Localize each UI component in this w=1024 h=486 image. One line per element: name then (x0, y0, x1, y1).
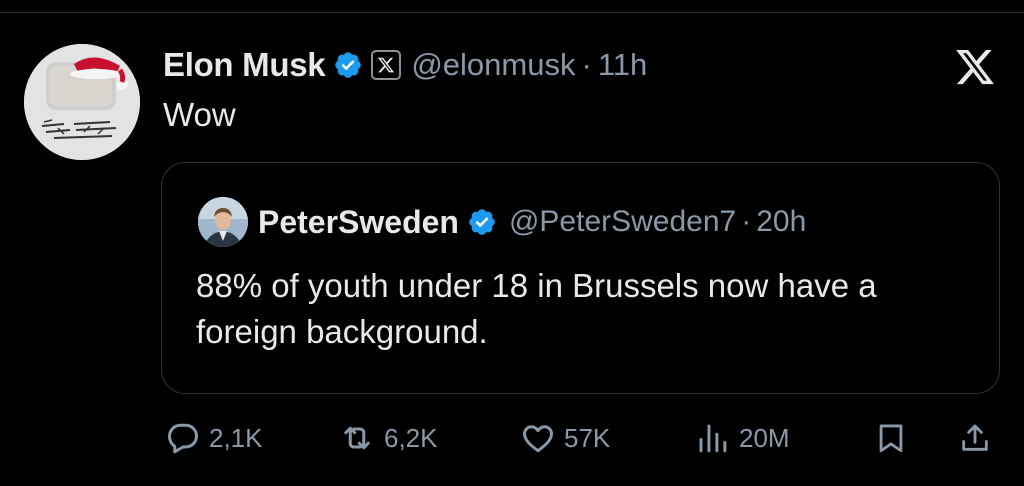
heart-icon (523, 425, 553, 453)
like-count: 57K (564, 422, 611, 453)
x-logo-icon (952, 46, 998, 88)
quoted-verified-badge-icon (467, 207, 497, 237)
views-chart-icon (699, 424, 727, 453)
bookmark-button[interactable] (874, 416, 908, 460)
bookmark-icon (879, 424, 903, 453)
quoted-tweet-header: PeterSweden @PeterSweden7 · 20h (258, 199, 806, 245)
verified-badge-icon (333, 50, 363, 80)
repost-count: 6,2K (384, 422, 438, 453)
quoted-avatar-image (198, 197, 248, 247)
tweet-action-bar: 2,1K 6,2K 57K 20M (0, 416, 1024, 460)
tweet-time[interactable]: 11h (598, 47, 647, 83)
tweet-header: Elon Musk @elonmusk · 11h (163, 42, 647, 88)
reply-button[interactable]: 2,1K (165, 416, 263, 460)
views-button[interactable]: 20M (695, 416, 790, 460)
repost-button[interactable]: 6,2K (338, 416, 438, 460)
top-divider (0, 12, 1024, 13)
avatar-image (24, 44, 140, 160)
repost-icon (344, 426, 370, 450)
separator-dot: · (581, 47, 592, 82)
views-count: 20M (739, 422, 790, 453)
author-avatar[interactable] (24, 44, 140, 160)
like-button[interactable]: 57K (520, 416, 610, 460)
quoted-tweet-text: 88% of youth under 18 in Brussels now ha… (196, 267, 877, 350)
share-button[interactable] (958, 416, 992, 460)
tweet-text: Wow (163, 96, 236, 133)
author-display-name[interactable]: Elon Musk (163, 46, 326, 84)
share-icon (962, 424, 988, 451)
quoted-author-handle[interactable]: @PeterSweden7 (509, 205, 736, 239)
author-handle[interactable]: @elonmusk (411, 47, 575, 83)
x-affiliate-badge-icon (371, 50, 402, 80)
quoted-author-avatar[interactable] (198, 197, 248, 247)
quoted-tweet-card[interactable]: PeterSweden @PeterSweden7 · 20h 88% of y… (161, 162, 1000, 394)
reply-count: 2,1K (209, 422, 263, 453)
quoted-separator-dot: · (741, 205, 752, 238)
quoted-tweet-time[interactable]: 20h (756, 205, 806, 239)
reply-icon (168, 423, 198, 454)
quoted-author-display-name[interactable]: PeterSweden (258, 204, 459, 241)
